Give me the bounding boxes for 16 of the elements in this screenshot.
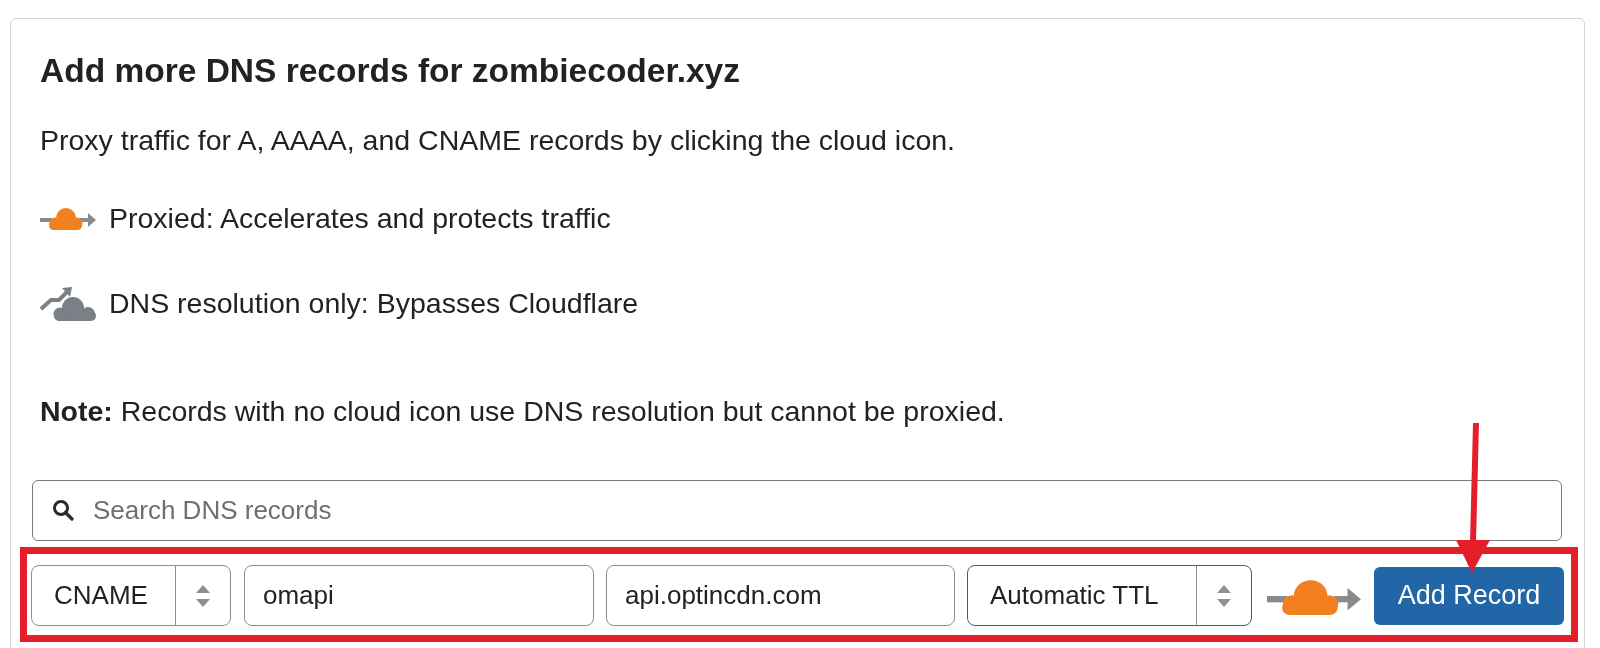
legend-text: Proxied: Accelerates and protects traffic bbox=[109, 201, 611, 236]
search-field[interactable]: Search DNS records bbox=[32, 480, 1562, 541]
dns-only-cloud-icon bbox=[40, 285, 96, 321]
target-field[interactable]: api.optincdn.com bbox=[606, 565, 955, 626]
stepper-icon bbox=[196, 584, 210, 607]
record-type-select[interactable]: CNAME bbox=[31, 565, 231, 626]
note-text: Note: Records with no cloud icon use DNS resolution but cannot be proxied. bbox=[40, 394, 1005, 429]
ttl-select[interactable]: Automatic TTL bbox=[967, 565, 1252, 626]
card-title: Add more DNS records for zombiecoder.xyz bbox=[40, 51, 740, 91]
add-record-button[interactable]: Add Record bbox=[1374, 566, 1564, 625]
intro-text: Proxy traffic for A, AAAA, and CNAME records by clicking the cloud icon. bbox=[40, 123, 956, 158]
name-field[interactable]: omapi bbox=[244, 565, 594, 626]
stepper-icon bbox=[1217, 584, 1231, 607]
search-icon bbox=[52, 499, 74, 521]
legend-text: DNS resolution only: Bypasses Cloudflare bbox=[109, 286, 639, 321]
proxied-cloud-icon bbox=[40, 206, 96, 230]
